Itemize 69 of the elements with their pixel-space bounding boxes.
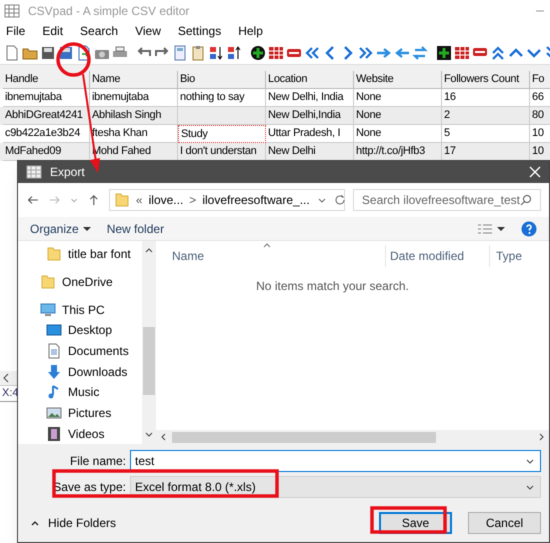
grid-icon[interactable] xyxy=(454,44,470,60)
address-bar[interactable]: « ilove... > ilovefreesoftware_... xyxy=(108,189,345,211)
scrollbar[interactable] xyxy=(142,241,156,444)
download-icon xyxy=(46,364,62,380)
sort-up-icon[interactable] xyxy=(226,44,242,60)
dialog-icon xyxy=(26,164,42,180)
clipboard-icon[interactable] xyxy=(190,44,206,60)
hide-folders-button[interactable]: Hide Folders xyxy=(26,514,371,532)
menu-item[interactable]: View xyxy=(133,22,163,40)
breadcrumb[interactable]: ilove... xyxy=(148,191,184,209)
nav-item[interactable]: Videos xyxy=(18,423,142,444)
nav-item[interactable]: Documents xyxy=(18,340,142,362)
column-header[interactable]: Date modified xyxy=(386,245,490,267)
menu-item[interactable]: Settings xyxy=(176,22,224,40)
help-icon[interactable] xyxy=(521,220,537,236)
plus-icon[interactable] xyxy=(250,44,266,60)
swap-icon[interactable] xyxy=(412,44,428,60)
file-type-dropdown[interactable]: Excel format 8.0 (*.xls) xyxy=(130,476,541,498)
double-up-icon[interactable] xyxy=(490,44,506,60)
nav-item[interactable]: Pictures xyxy=(18,402,142,424)
nav-item[interactable]: Desktop xyxy=(18,320,142,341)
menu-item[interactable]: Edit xyxy=(40,22,66,40)
close-button[interactable] xyxy=(529,166,541,178)
menu-item[interactable]: Help xyxy=(236,22,265,40)
search-icon xyxy=(520,194,532,206)
grid-icon[interactable] xyxy=(268,44,284,60)
empty-message: No items match your search. xyxy=(256,278,409,295)
document-icon xyxy=(46,342,62,359)
double-right-icon[interactable] xyxy=(358,44,374,60)
highlight-circle xyxy=(56,42,91,77)
sort-down-icon[interactable] xyxy=(208,44,224,60)
nav-item[interactable]: title bar font xyxy=(18,244,142,265)
new-file-icon[interactable] xyxy=(4,44,20,60)
double-left-icon[interactable] xyxy=(304,44,320,60)
refresh-icon[interactable] xyxy=(334,194,346,206)
desktop-icon xyxy=(46,322,62,338)
breadcrumb-overflow: « xyxy=(136,192,143,209)
image-icon xyxy=(46,404,62,421)
folder-icon xyxy=(40,274,56,290)
field-label: File name: xyxy=(68,453,126,470)
column-header[interactable]: Type xyxy=(490,245,522,267)
breadcrumb[interactable]: ilovefreesoftware_... xyxy=(202,191,310,209)
search-field[interactable]: Search ilovefreesoftware_test xyxy=(352,189,542,211)
new-folder-button[interactable]: New folder xyxy=(106,220,461,238)
caret-icon[interactable] xyxy=(497,224,505,232)
nav-item[interactable]: This PC xyxy=(18,299,142,320)
folder-icon xyxy=(114,192,130,208)
caret-icon xyxy=(82,224,91,232)
app-icon xyxy=(4,2,20,18)
sort-caret-icon xyxy=(263,242,271,250)
status-text: X:4 xyxy=(2,386,19,402)
calculator-icon[interactable] xyxy=(172,44,188,60)
column-header[interactable]: Name xyxy=(156,245,386,267)
nav-item[interactable]: Music xyxy=(18,382,142,403)
file-name-field[interactable]: test xyxy=(130,450,541,472)
scrollbar[interactable] xyxy=(156,430,549,444)
menu-item[interactable]: File xyxy=(4,22,28,40)
window-title: CSVpad - A simple CSV editor xyxy=(28,2,190,20)
computer-icon xyxy=(40,302,56,318)
plus-icon[interactable] xyxy=(436,44,452,60)
breadcrumb-separator: > xyxy=(189,192,196,209)
dialog-title: Export xyxy=(50,164,86,181)
organize-menu[interactable]: Organize xyxy=(30,220,91,238)
folder-icon xyxy=(46,246,62,262)
film-icon xyxy=(46,426,62,442)
dialog-button[interactable]: Cancel xyxy=(468,512,541,534)
nav-item[interactable]: Downloads xyxy=(18,361,142,382)
menu-item[interactable]: Search xyxy=(78,22,120,40)
nav-item[interactable]: OneDrive xyxy=(18,272,142,292)
